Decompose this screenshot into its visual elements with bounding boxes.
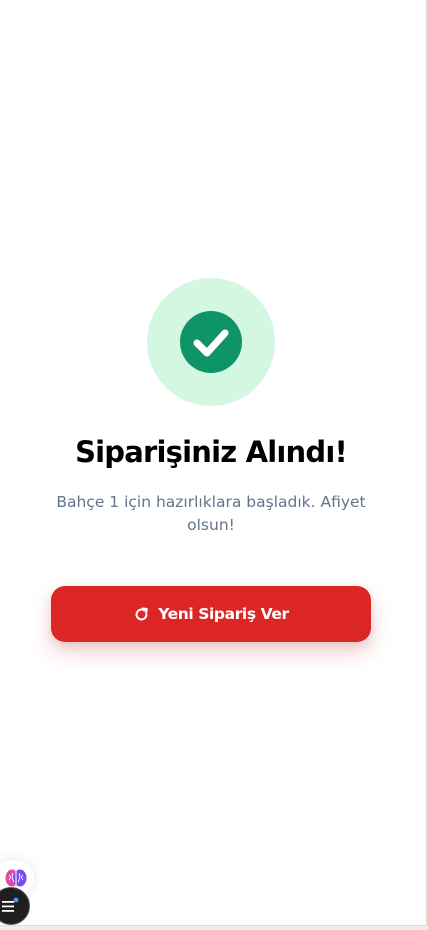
page-title: Siparişiniz Alındı! (75, 435, 348, 469)
new-order-button[interactable]: Yeni Sipariş Ver (51, 586, 371, 642)
confirmation-message: Bahçe 1 için hazırlıklara başladık. Afiy… (56, 493, 366, 534)
bottom-border (0, 925, 428, 930)
check-circle-icon (180, 311, 242, 373)
order-confirmation-page: Siparişiniz Alındı! Bahçe 1 için hazırlı… (0, 0, 428, 930)
new-order-label: Yeni Sipariş Ver (158, 605, 289, 623)
brain-icon (5, 869, 27, 887)
menu-icon (2, 897, 19, 912)
refresh-icon (135, 606, 149, 620)
